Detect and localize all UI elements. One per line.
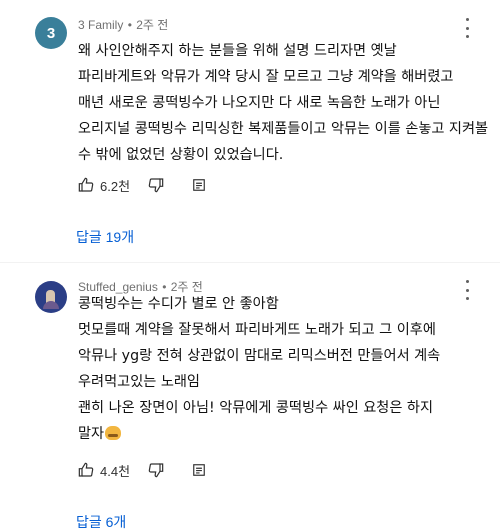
comment-line: 우려먹고있는 노래임 bbox=[78, 374, 200, 390]
comment-text: 왜 사인안해주지 하는 분들을 위해 설명 드리자면 옛날 파리바게트와 악뮤가… bbox=[78, 38, 488, 168]
comment-line: 오리지널 콩떡빙수 리믹싱한 복제품들이고 악뮤는 이를 손놓고 지켜볼 bbox=[78, 121, 489, 137]
thumb-down-icon bbox=[148, 178, 164, 193]
timestamp[interactable]: 2주 전 bbox=[136, 18, 168, 32]
thumb-up-icon bbox=[78, 177, 94, 192]
replies-toggle[interactable]: 답글 19개 bbox=[76, 227, 134, 247]
comment-line: 악뮤나 yg랑 전혀 상관없이 맘대로 리믹스버전 만들어서 계속 bbox=[78, 348, 441, 364]
avatar-figure-body bbox=[43, 301, 59, 309]
comment-thread: Stuffed_genius • 2주 전 콩떡빙수는 수디가 별로 안 좋아함… bbox=[0, 262, 500, 532]
comment-header: 3 Family • 2주 전 bbox=[78, 16, 168, 33]
comment-line: 파리바게트와 악뮤가 계약 당시 잘 모르고 그냥 계약을 해버렸고 bbox=[78, 69, 454, 85]
dislike-button[interactable] bbox=[148, 177, 164, 193]
dislike-button[interactable] bbox=[148, 462, 164, 478]
reply-icon bbox=[193, 464, 205, 476]
comment-line: 괜히 나온 장면이 아님! 악뮤에게 콩떡빙수 싸인 요청은 하지 bbox=[78, 400, 434, 416]
comment-text: 콩떡빙수는 수디가 별로 안 좋아함 멋모를때 계약을 잘못해서 파리바게뜨 노… bbox=[78, 291, 440, 447]
avatar-letter: 3 bbox=[46, 24, 56, 42]
comment-line: 콩떡빙수는 수디가 별로 안 좋아함 bbox=[78, 296, 279, 312]
comment-line: 왜 사인안해주지 하는 분들을 위해 설명 드리자면 옛날 bbox=[78, 43, 397, 59]
comment-actions: 4.4천 bbox=[78, 460, 206, 480]
replies-toggle[interactable]: 답글 6개 bbox=[76, 512, 126, 532]
like-count: 6.2천 bbox=[100, 178, 131, 194]
thumb-down-icon bbox=[148, 463, 164, 478]
reply-button[interactable] bbox=[192, 178, 206, 192]
comment-line: 매년 새로운 콩떡빙수가 나오지만 다 새로 녹음한 노래가 아닌 bbox=[78, 95, 441, 111]
thumb-up-icon bbox=[78, 462, 94, 477]
avatar[interactable] bbox=[35, 281, 67, 313]
like-count: 4.4천 bbox=[100, 463, 131, 479]
meta-separator: • bbox=[127, 18, 132, 32]
more-vert-icon[interactable] bbox=[464, 280, 470, 300]
comment-line: 수 밖에 없었던 상황이 있었습니다. bbox=[78, 147, 284, 163]
comment-line: 말자 bbox=[78, 426, 105, 442]
comment-line-with-emoji: 말자 bbox=[78, 421, 440, 447]
grin-emoji-icon bbox=[105, 426, 122, 440]
more-vert-icon[interactable] bbox=[464, 18, 470, 38]
avatar[interactable]: 3 bbox=[35, 17, 67, 49]
reply-icon bbox=[193, 179, 205, 191]
like-button[interactable]: 4.4천 bbox=[78, 461, 148, 480]
like-button[interactable]: 6.2천 bbox=[78, 176, 148, 195]
comment-thread: 3 3 Family • 2주 전 왜 사인안해주지 하는 분들을 위해 설명 … bbox=[0, 0, 500, 262]
comment-actions: 6.2천 bbox=[78, 175, 206, 195]
reply-button[interactable] bbox=[192, 463, 206, 477]
author-name[interactable]: 3 Family bbox=[78, 18, 123, 32]
comment-line: 멋모를때 계약을 잘못해서 파리바게뜨 노래가 되고 그 이후에 bbox=[78, 322, 436, 338]
